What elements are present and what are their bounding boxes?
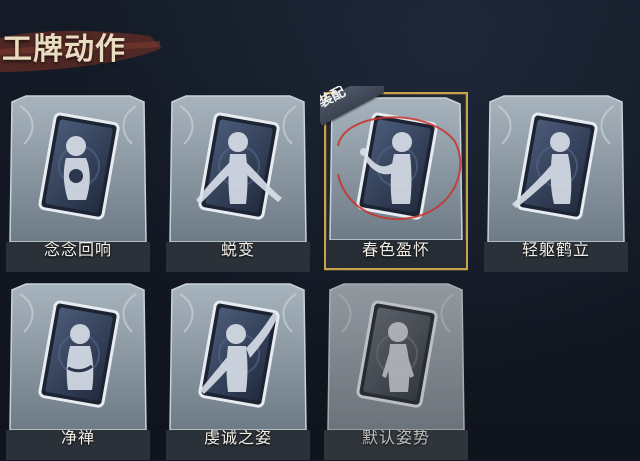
action-label: 虔诚之姿 bbox=[203, 428, 272, 447]
action-card-qian-cheng-zhi-zi[interactable]: 虔诚之姿 bbox=[166, 280, 310, 460]
action-card-tui-bian[interactable]: 蜕变 bbox=[166, 92, 310, 272]
page-title-banner: 工牌动作 bbox=[0, 18, 170, 72]
meditate-icon bbox=[66, 324, 94, 390]
action-card-jing-chan[interactable]: 净禅 bbox=[6, 280, 150, 460]
action-label: 默认姿势 bbox=[361, 428, 430, 447]
action-label: 轻躯鹤立 bbox=[521, 240, 590, 259]
action-card-chun-se-ying-huai[interactable]: 装配 春色盈怀 bbox=[320, 86, 468, 272]
equipped-badge: 装配 bbox=[320, 86, 384, 126]
action-card-qing-qu-he-li[interactable]: 轻躯鹤立 bbox=[484, 92, 628, 272]
action-card-mo-ren-zi-shi[interactable]: 默认姿势 bbox=[324, 280, 468, 460]
hug-icon bbox=[63, 136, 90, 200]
action-card-nian-nian-hui-xiang[interactable]: 念念回响 bbox=[6, 92, 150, 272]
page-title: 工牌动作 bbox=[2, 32, 126, 67]
action-label: 念念回响 bbox=[43, 240, 112, 259]
action-label: 净禅 bbox=[60, 428, 95, 447]
action-label: 蜕变 bbox=[220, 240, 255, 259]
emote-selection-screen: 工牌动作 念念回响 蜕变 装配 春色盈怀 轻躯鹤立 净禅 虔诚之姿 默认姿势 bbox=[0, 0, 640, 461]
action-label: 春色盈怀 bbox=[361, 240, 430, 259]
